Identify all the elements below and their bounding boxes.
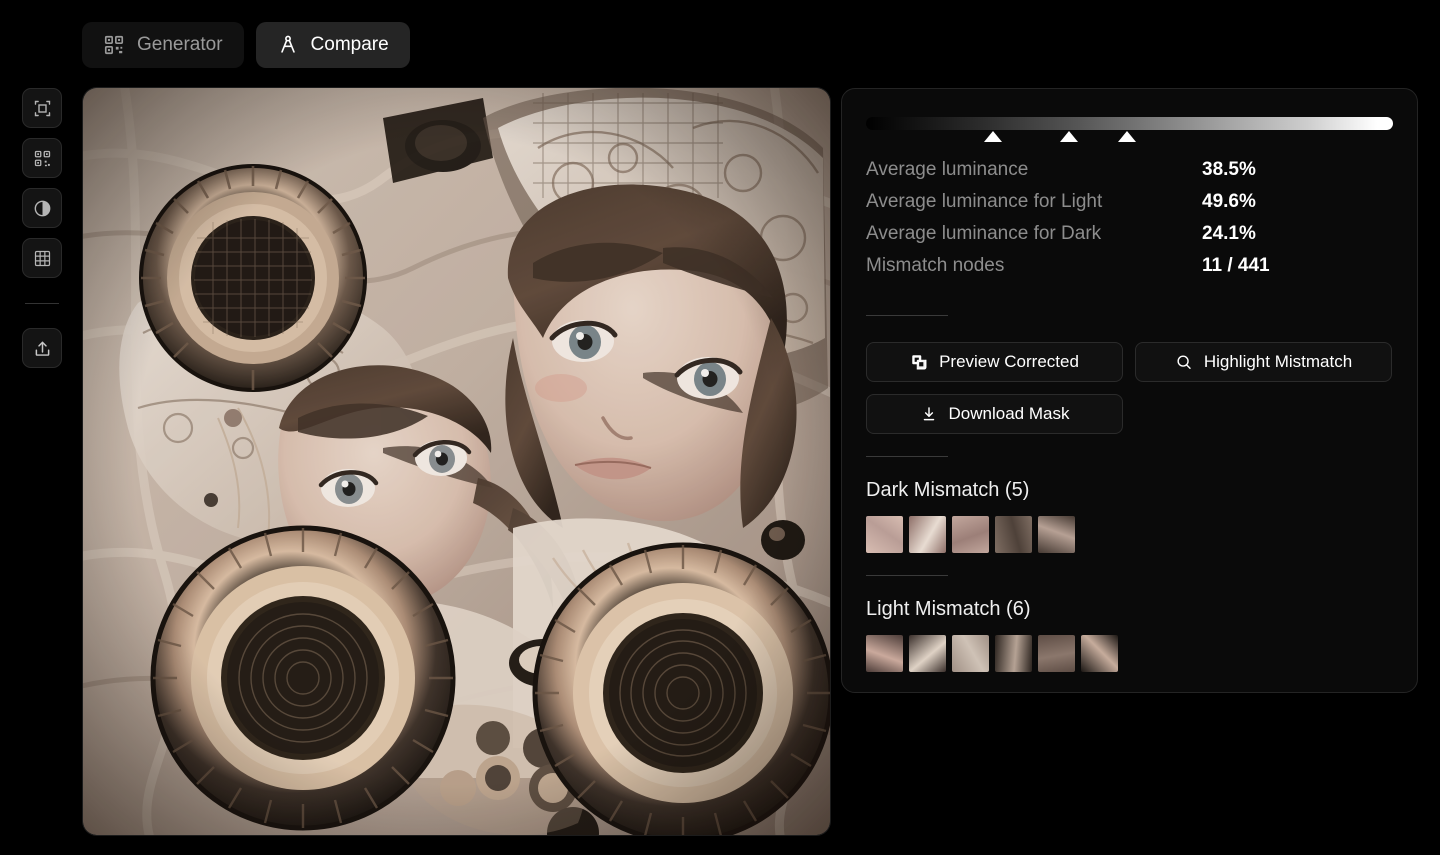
search-icon bbox=[1175, 353, 1193, 371]
dark-mismatch-thumbnails bbox=[866, 516, 1393, 553]
preview-corrected-label: Preview Corrected bbox=[939, 352, 1079, 372]
light-mismatch-title: Light Mismatch (6) bbox=[866, 598, 1393, 621]
stats-list: Average luminance 38.5% Average luminanc… bbox=[866, 159, 1393, 287]
light-mismatch-thumbnail[interactable] bbox=[909, 635, 946, 672]
section-divider bbox=[866, 575, 948, 576]
preview-corrected-button[interactable]: Preview Corrected bbox=[866, 342, 1123, 382]
luminance-marker-average bbox=[1060, 131, 1078, 142]
tab-generator[interactable]: Generator bbox=[82, 22, 244, 68]
light-mismatch-thumbnail[interactable] bbox=[866, 635, 903, 672]
dark-mismatch-section: Dark Mismatch (5) bbox=[866, 479, 1393, 553]
tab-generator-label: Generator bbox=[137, 34, 223, 56]
copy-layers-icon bbox=[910, 353, 928, 371]
crop-frame-icon bbox=[32, 98, 53, 119]
luminance-scale bbox=[866, 111, 1393, 145]
grid-icon bbox=[32, 248, 53, 269]
app-root: Generator Compare bbox=[0, 0, 1440, 855]
compass-icon bbox=[277, 34, 299, 56]
action-button-row-2: Download Mask bbox=[866, 394, 1393, 434]
stat-label: Average luminance bbox=[866, 159, 1202, 181]
left-tool-rail bbox=[22, 88, 62, 368]
light-mismatch-section: Light Mismatch (6) bbox=[866, 598, 1393, 672]
contrast-icon bbox=[32, 198, 53, 219]
upload-icon bbox=[32, 338, 53, 359]
dark-mismatch-thumbnail[interactable] bbox=[866, 516, 903, 553]
dark-mismatch-thumbnail[interactable] bbox=[1038, 516, 1075, 553]
stat-value: 38.5% bbox=[1202, 159, 1256, 181]
download-icon bbox=[920, 405, 938, 423]
stat-row: Average luminance for Dark 24.1% bbox=[866, 223, 1393, 255]
qr-modules-icon bbox=[32, 148, 53, 169]
luminance-gradient-bar bbox=[866, 117, 1393, 130]
stat-row: Average luminance for Light 49.6% bbox=[866, 191, 1393, 223]
luminance-marker-dark bbox=[984, 131, 1002, 142]
light-mismatch-thumbnail[interactable] bbox=[1038, 635, 1075, 672]
highlight-mismatch-button[interactable]: Highlight Mistmatch bbox=[1135, 342, 1392, 382]
stat-value: 49.6% bbox=[1202, 191, 1256, 213]
light-mismatch-thumbnails bbox=[866, 635, 1393, 672]
sidebar-item-qr-modules[interactable] bbox=[22, 138, 62, 178]
light-mismatch-thumbnail[interactable] bbox=[952, 635, 989, 672]
stat-value: 11 / 441 bbox=[1202, 255, 1270, 277]
dark-mismatch-thumbnail[interactable] bbox=[995, 516, 1032, 553]
stat-label: Average luminance for Light bbox=[866, 191, 1202, 213]
image-canvas[interactable] bbox=[83, 88, 830, 835]
stat-value: 24.1% bbox=[1202, 223, 1256, 245]
highlight-mismatch-label: Highlight Mistmatch bbox=[1204, 352, 1352, 372]
light-mismatch-thumbnail[interactable] bbox=[995, 635, 1032, 672]
download-mask-button[interactable]: Download Mask bbox=[866, 394, 1123, 434]
dark-mismatch-title: Dark Mismatch (5) bbox=[866, 479, 1393, 502]
compare-stats-panel: Average luminance 38.5% Average luminanc… bbox=[841, 88, 1418, 693]
section-divider bbox=[866, 456, 948, 457]
top-toolbar: Generator Compare bbox=[82, 22, 410, 68]
sidebar-item-crop-frame[interactable] bbox=[22, 88, 62, 128]
stat-label: Average luminance for Dark bbox=[866, 223, 1202, 245]
tab-compare-label: Compare bbox=[311, 34, 389, 56]
action-button-row-1: Preview Corrected Highlight Mistmatch bbox=[866, 342, 1393, 382]
sidebar-item-grid[interactable] bbox=[22, 238, 62, 278]
section-divider bbox=[866, 315, 948, 316]
sidebar-item-export[interactable] bbox=[22, 328, 62, 368]
luminance-marker-light bbox=[1118, 131, 1136, 142]
stat-label: Mismatch nodes bbox=[866, 255, 1202, 277]
dark-mismatch-thumbnail[interactable] bbox=[909, 516, 946, 553]
stat-row: Mismatch nodes 11 / 441 bbox=[866, 255, 1393, 287]
sidebar-item-contrast[interactable] bbox=[22, 188, 62, 228]
qr-code-icon bbox=[103, 34, 125, 56]
dark-mismatch-thumbnail[interactable] bbox=[952, 516, 989, 553]
tab-compare[interactable]: Compare bbox=[256, 22, 410, 68]
rail-divider bbox=[25, 303, 59, 304]
light-mismatch-thumbnail[interactable] bbox=[1081, 635, 1118, 672]
download-mask-label: Download Mask bbox=[949, 404, 1070, 424]
stat-row: Average luminance 38.5% bbox=[866, 159, 1393, 191]
